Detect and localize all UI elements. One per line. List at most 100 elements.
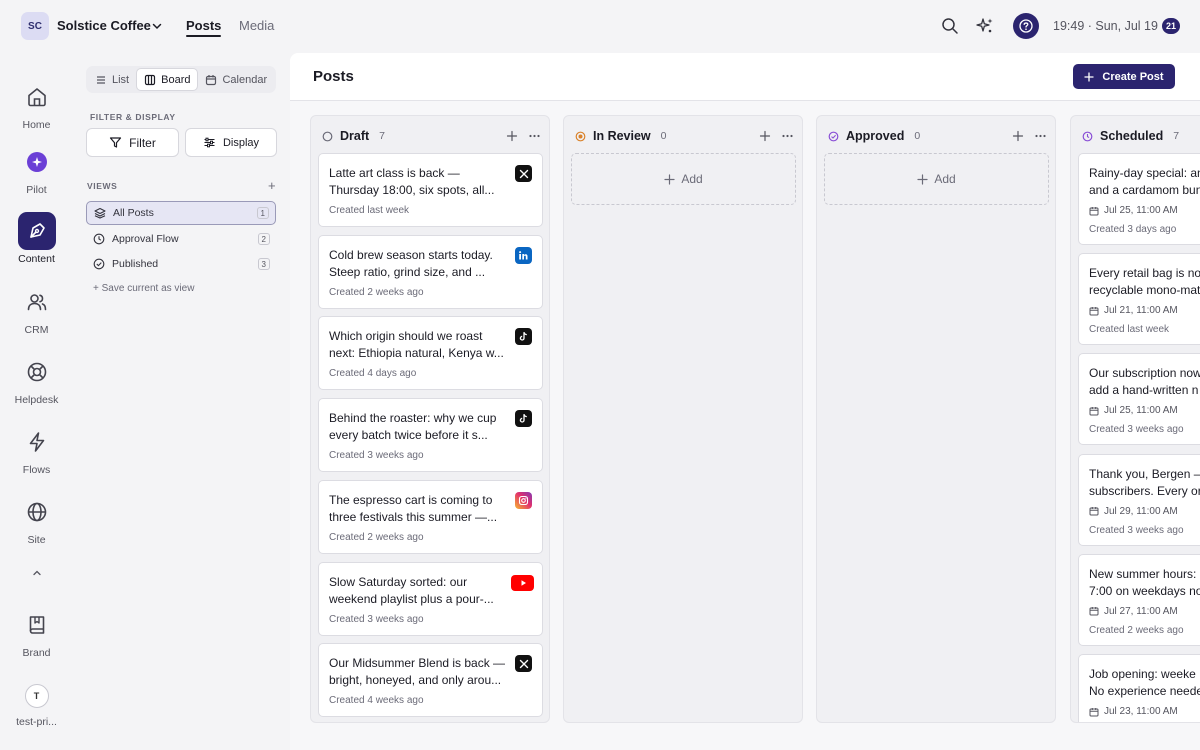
- x-icon: [515, 165, 532, 182]
- post-card[interactable]: The espresso cart is coming to three fest…: [318, 479, 543, 554]
- book-icon: [18, 606, 56, 644]
- create-post-button[interactable]: Create Post: [1073, 64, 1175, 89]
- created-meta: Created 2 weeks ago: [329, 531, 424, 543]
- plus-icon[interactable]: [506, 130, 518, 142]
- rail-item-site[interactable]: Site: [0, 493, 73, 546]
- calendar-icon: [1089, 406, 1099, 416]
- calendar-icon: [1089, 506, 1099, 516]
- status-approved-icon: [828, 131, 839, 142]
- calendar-icon: [1089, 606, 1099, 616]
- post-card[interactable]: Latte art class is back — Thursday 18:00,…: [318, 153, 543, 227]
- post-card[interactable]: Cold brew season starts today. Steep rati…: [318, 234, 543, 309]
- clock-date: 19:49 · Sun, Jul 19: [1053, 19, 1158, 33]
- linkedin-icon: [515, 246, 532, 264]
- created-meta: Created 2 weeks ago: [329, 286, 424, 298]
- rail-item-pilot[interactable]: Pilot: [0, 143, 73, 196]
- more-icon[interactable]: [528, 130, 541, 142]
- rail-item-crm[interactable]: CRM: [0, 283, 73, 336]
- add-card-button[interactable]: Add: [824, 153, 1049, 205]
- chevron-down-icon[interactable]: [151, 20, 163, 32]
- views-heading: VIEWS: [87, 181, 118, 191]
- created-meta: Created 3 weeks ago: [329, 450, 424, 462]
- column-count: 0: [660, 130, 667, 142]
- rail-label: Home: [22, 119, 51, 131]
- check-circle-icon: [93, 258, 105, 270]
- rail-collapse-button[interactable]: [0, 567, 73, 579]
- main-panel: Posts Create Post Draft 7 Latte art clas…: [290, 53, 1200, 750]
- scheduled-post-card[interactable]: Rainy-day special: an and a cardamom bun J…: [1078, 153, 1200, 245]
- view-switch: List Board Calendar: [86, 66, 276, 93]
- column-scheduled: Scheduled 7 Rainy-day special: an and a c…: [1070, 115, 1200, 723]
- column-title: Draft: [340, 129, 370, 143]
- created-meta: Created 3 days ago: [1089, 224, 1177, 235]
- pen-tool-icon: [17, 212, 56, 250]
- globe-icon: [18, 493, 56, 531]
- scheduled-post-card[interactable]: Every retail bag is now recyclable mono-m…: [1078, 253, 1200, 346]
- created-meta: Created last week: [329, 205, 410, 216]
- post-card[interactable]: Slow Saturday sorted: our weekend playlis…: [318, 561, 543, 636]
- post-card[interactable]: Behind the roaster: why we cup every batc…: [318, 398, 543, 473]
- column-title: In Review: [593, 129, 651, 143]
- rail-item-brand[interactable]: Brand: [0, 606, 73, 659]
- filter-button[interactable]: Filter: [86, 128, 179, 157]
- help-button[interactable]: [1013, 13, 1039, 39]
- rail-label: Flows: [22, 464, 51, 476]
- plus-icon[interactable]: [1012, 130, 1024, 142]
- scheduled-post-card[interactable]: Our subscription now add a hand-written n…: [1078, 353, 1200, 446]
- more-icon[interactable]: [781, 130, 794, 142]
- workspace-avatar[interactable]: SC: [21, 12, 49, 40]
- created-meta: Created 4 days ago: [329, 368, 417, 380]
- tab-posts[interactable]: Posts: [186, 18, 222, 37]
- rail-item-content[interactable]: Content: [0, 212, 73, 265]
- more-icon[interactable]: [1034, 130, 1047, 142]
- view-list-button[interactable]: List: [88, 68, 136, 91]
- view-item-published[interactable]: Published 3: [86, 252, 276, 276]
- scheduled-post-card[interactable]: Thank you, Bergen — subscribers. Every or…: [1078, 453, 1200, 546]
- view-calendar-button[interactable]: Calendar: [198, 68, 274, 91]
- rail-user[interactable]: T test-pri...: [0, 684, 73, 728]
- pilot-icon: [26, 152, 47, 172]
- rail-label: Pilot: [26, 184, 47, 196]
- add-card-button[interactable]: Add: [571, 153, 796, 205]
- top-bar: SC Solstice Coffee Posts Media 19:49 · S…: [0, 0, 1200, 53]
- view-board-button[interactable]: Board: [136, 68, 199, 91]
- rail-label: Site: [27, 534, 46, 546]
- instagram-icon: [515, 491, 532, 509]
- view-item-approval-flow[interactable]: Approval Flow 2: [86, 227, 276, 251]
- sparkles-icon[interactable]: [976, 17, 994, 35]
- rail-label: Helpdesk: [14, 394, 59, 406]
- created-meta: Created 3 weeks ago: [329, 613, 424, 625]
- save-view-link[interactable]: + Save current as view: [93, 283, 194, 294]
- tab-media[interactable]: Media: [239, 18, 274, 33]
- chevron-up-icon: [31, 567, 43, 579]
- post-card[interactable]: Our Midsummer Blend is back — bright, hon…: [318, 643, 543, 718]
- rail-label: CRM: [24, 324, 49, 336]
- workspace-name[interactable]: Solstice Coffee: [57, 18, 151, 33]
- x-icon: [515, 655, 532, 673]
- tiktok-icon: [515, 328, 532, 346]
- view-item-all-posts[interactable]: All Posts 1: [86, 201, 276, 225]
- rail-item-flows[interactable]: Flows: [0, 423, 73, 476]
- scheduled-post-card[interactable]: Job opening: weeke No experience neede Jul…: [1078, 654, 1200, 722]
- page-title: Posts: [313, 68, 354, 85]
- filter-icon: [109, 136, 122, 149]
- display-button[interactable]: Display: [185, 128, 277, 157]
- avatar: T: [24, 684, 49, 708]
- lightning-icon: [18, 423, 56, 461]
- add-view-button[interactable]: +: [268, 178, 276, 193]
- question-icon: [1019, 19, 1033, 33]
- rail-item-helpdesk[interactable]: Helpdesk: [0, 353, 73, 406]
- created-meta: Created last week: [1089, 324, 1170, 336]
- plus-icon: [917, 173, 928, 185]
- rail-item-home[interactable]: Home: [0, 78, 73, 131]
- calendar-icon: [1089, 707, 1099, 717]
- created-meta: Created 4 weeks ago: [329, 695, 424, 707]
- status-scheduled-icon: [1082, 131, 1093, 142]
- post-card[interactable]: Which origin should we roast next: Ethiop…: [318, 316, 543, 391]
- scheduled-post-card[interactable]: New summer hours: 7:00 on weekdays no Jul …: [1078, 553, 1200, 646]
- search-icon[interactable]: [941, 17, 959, 35]
- plus-icon[interactable]: [759, 130, 771, 142]
- youtube-icon: [511, 574, 534, 591]
- list-icon: [95, 74, 107, 86]
- created-meta: Created 2 weeks ago: [1089, 624, 1184, 636]
